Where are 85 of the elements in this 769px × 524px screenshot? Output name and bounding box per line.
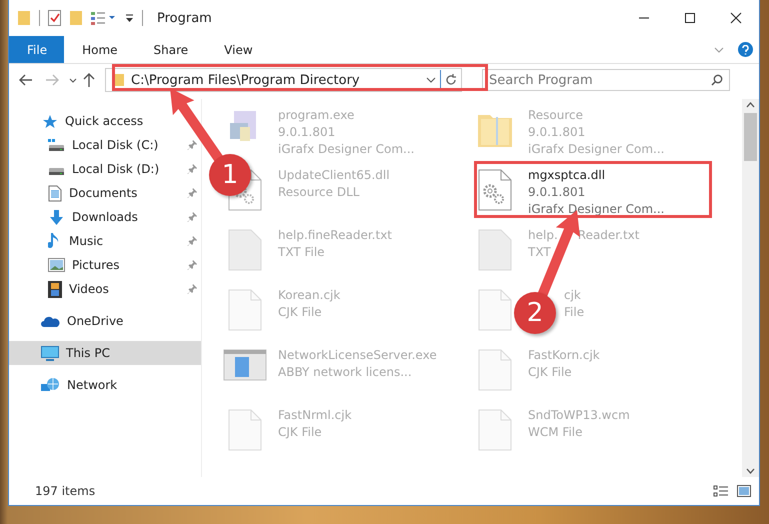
ribbon-tab[interactable]: Share <box>136 36 206 63</box>
pin-icon[interactable] <box>187 260 197 270</box>
sidebar-item-label: Local Disk (C:) <box>72 138 158 152</box>
sidebar-item-label: Documents <box>69 186 138 200</box>
file-detail: TXT <box>528 244 552 261</box>
address-bar[interactable]: C:\Program Files\Program Directory <box>105 68 462 92</box>
ribbon-tab[interactable]: Home <box>64 36 136 63</box>
details-view-icon[interactable] <box>713 485 729 497</box>
help-icon[interactable] <box>738 42 753 57</box>
sidebar-item[interactable]: Music <box>9 229 201 253</box>
application-window-icon <box>223 349 267 381</box>
pictures-icon <box>48 258 65 272</box>
sidebar-item-label: Downloads <box>72 210 138 224</box>
sidebar-item[interactable]: Downloads <box>9 205 201 229</box>
sidebar-item-label: Quick access <box>65 114 144 128</box>
scrollbar-thumb[interactable] <box>744 113 757 161</box>
properties-check-icon[interactable] <box>48 10 61 26</box>
network-globe-icon <box>41 376 60 394</box>
sidebar-item[interactable]: Pictures <box>9 253 201 277</box>
file-detail: CJK File <box>278 304 323 321</box>
sidebar-item-label: Network <box>67 378 118 392</box>
file-detail: iGrafx Designer Com... <box>528 141 664 158</box>
pin-icon[interactable] <box>187 284 197 294</box>
refresh-icon[interactable] <box>445 74 457 86</box>
ribbon-tab[interactable]: View <box>206 36 271 63</box>
file-detail: CJK File <box>278 424 323 441</box>
pin-icon[interactable] <box>187 236 197 246</box>
search-field[interactable]: Search Program <box>482 69 730 91</box>
dropdown-caret-icon[interactable] <box>426 77 436 83</box>
ribbon-tab[interactable]: File <box>9 36 64 63</box>
sidebar-item[interactable]: OneDrive <box>9 309 201 333</box>
view-list-icon[interactable] <box>91 11 117 25</box>
sidebar-item-label: This PC <box>66 346 110 360</box>
blank-file-icon <box>478 289 512 331</box>
sidebar-item[interactable]: Documents <box>9 181 201 205</box>
file-detail: 9.0.1.801 <box>278 124 336 141</box>
back-arrow-icon[interactable] <box>19 74 33 86</box>
file-detail: CJK File <box>528 364 573 381</box>
sidebar-item[interactable]: This PC <box>9 341 201 365</box>
file-detail: WCM File <box>528 424 584 441</box>
blank-file-icon <box>478 409 512 451</box>
sidebar-item-label: Music <box>69 234 104 248</box>
file-detail: 9.0.1.801 <box>528 184 586 201</box>
document-icon <box>48 184 62 202</box>
file-detail: Resource DLL <box>278 184 360 201</box>
sidebar-item-label: Videos <box>69 282 109 296</box>
file-name[interactable]: mgxsptca.dll <box>528 167 664 184</box>
pin-icon[interactable] <box>187 212 197 222</box>
cloud-icon <box>41 315 60 327</box>
blank-file-icon <box>228 289 262 331</box>
expand-ribbon-icon[interactable] <box>714 46 724 52</box>
up-arrow-icon[interactable] <box>83 73 95 87</box>
pin-icon[interactable] <box>187 188 197 198</box>
recent-locations-caret-icon[interactable] <box>69 78 77 82</box>
blank-file-icon <box>478 349 512 391</box>
sidebar-item[interactable]: Network <box>9 373 201 397</box>
window-title: Program <box>157 10 212 26</box>
sidebar-item-label: OneDrive <box>67 314 124 328</box>
pin-icon[interactable] <box>187 140 197 150</box>
file-detail: ABBY network licens... <box>278 364 413 381</box>
customize-dropdown-icon[interactable] <box>125 13 134 23</box>
gear-file-icon <box>478 169 512 211</box>
large-icons-view-icon[interactable] <box>737 485 751 497</box>
drive-icon <box>48 138 65 152</box>
item-count: 197 items <box>35 484 96 498</box>
search-icon[interactable] <box>711 74 723 86</box>
sidebar-item[interactable]: Videos <box>9 277 201 301</box>
sidebar-item[interactable]: Quick access <box>9 109 201 133</box>
text-file-icon <box>478 229 512 271</box>
file-detail: iGrafx Designer Com... <box>278 141 414 158</box>
quick-access-star-icon <box>41 114 58 128</box>
film-strip-icon <box>48 280 62 298</box>
file-detail: TXT File <box>278 244 326 261</box>
download-arrow-icon <box>48 208 65 226</box>
sidebar-item[interactable]: Local Disk (D:) <box>9 157 201 181</box>
file-detail: iGrafx Designer Com... <box>528 201 664 218</box>
file-detail: File <box>564 304 584 321</box>
computer-monitor-icon <box>41 346 59 360</box>
sidebar-item-label: Local Disk (D:) <box>72 162 160 176</box>
sidebar-item[interactable]: Local Disk (C:) <box>9 133 201 157</box>
pin-icon[interactable] <box>187 164 197 174</box>
sidebar-item-label: Pictures <box>72 258 120 272</box>
file-detail: 9.0.1.801 <box>528 124 586 141</box>
text-file-icon <box>228 229 262 271</box>
blank-file-icon <box>228 409 262 451</box>
